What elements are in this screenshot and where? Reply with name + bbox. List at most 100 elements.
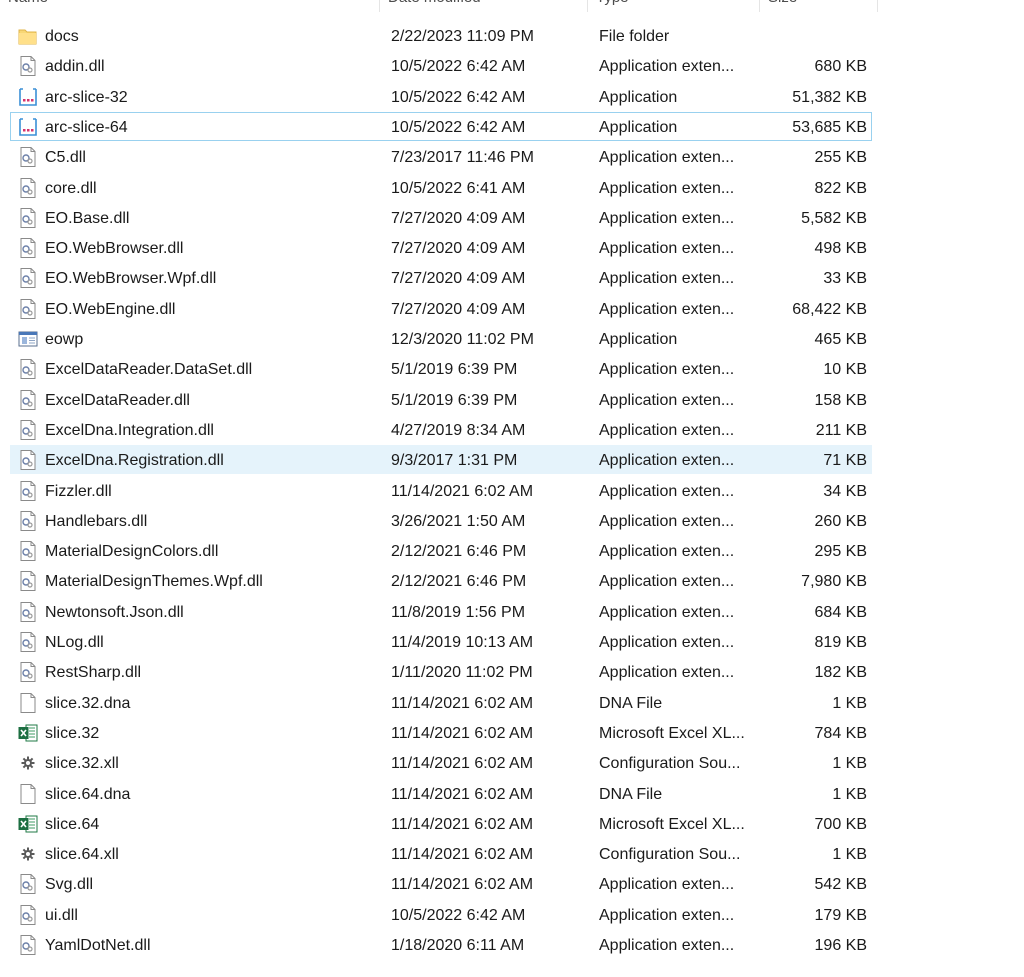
file-name: arc-slice-64	[45, 118, 128, 136]
file-date-modified: 11/14/2021 6:02 AM	[391, 876, 534, 894]
file-date-modified: 4/27/2019 8:34 AM	[391, 421, 526, 439]
file-row[interactable]: slice.32.xll 11/14/2021 6:02 AM Configurat…	[10, 748, 872, 777]
file-row[interactable]: NLog.dll 11/4/2019 10:13 AM Application ex…	[10, 627, 872, 656]
file-name: arc-slice-32	[45, 88, 128, 106]
file-type: Application exten...	[599, 603, 735, 621]
file-row[interactable]: Svg.dll 11/14/2021 6:02 AM Application ext…	[10, 869, 872, 898]
excel-icon	[17, 813, 39, 835]
file-icon-cell	[17, 628, 39, 657]
file-row[interactable]: ExcelDataReader.DataSet.dll 5/1/2019 6:39…	[10, 354, 872, 383]
excel-icon	[17, 722, 39, 744]
file-size: 7,980 KB	[801, 573, 867, 591]
app-exe-icon	[17, 86, 39, 108]
file-type: Application exten...	[599, 270, 735, 288]
column-header-date-modified[interactable]: Date modified	[380, 0, 588, 12]
file-row[interactable]: MaterialDesignThemes.Wpf.dll 2/12/2021 6:…	[10, 566, 872, 595]
file-date-modified: 1/11/2020 11:02 PM	[391, 664, 533, 682]
file-date-modified: 10/5/2022 6:42 AM	[391, 906, 526, 924]
file-icon-cell	[17, 901, 39, 930]
file-type: Application exten...	[599, 482, 735, 500]
file-icon-cell	[17, 52, 39, 81]
file-size: 34 KB	[823, 482, 867, 500]
file-type: Application exten...	[599, 634, 735, 651]
file-row[interactable]: slice.64.xll 11/14/2021 6:02 AM Configurat…	[10, 839, 872, 868]
file-icon-cell	[17, 204, 39, 233]
file-date-modified: 10/5/2022 6:42 AM	[391, 88, 526, 106]
file-name: Svg.dll	[45, 876, 94, 894]
file-row[interactable]: ExcelDna.Integration.dll 4/27/2019 8:34 A…	[10, 415, 872, 444]
file-type: Application exten...	[599, 300, 735, 318]
dll-icon	[17, 237, 39, 259]
file-icon-cell	[17, 840, 39, 869]
file-icon-cell	[17, 658, 39, 687]
file-row[interactable]: Fizzler.dll 11/14/2021 6:02 AM Application…	[10, 476, 872, 505]
dll-icon	[17, 449, 39, 471]
file-icon-cell	[17, 931, 39, 960]
file-name: eowp	[45, 331, 84, 348]
file-row[interactable]: EO.WebBrowser.Wpf.dll 7/27/2020 4:09 AM Ap…	[10, 263, 872, 292]
file-size: 196 KB	[814, 937, 867, 954]
file-name: EO.WebBrowser.dll	[45, 240, 184, 258]
file-name: slice.64.xll	[45, 846, 119, 864]
file-row[interactable]: MaterialDesignColors.dll 2/12/2021 6:46 P…	[10, 536, 872, 565]
file-icon-cell	[17, 22, 39, 51]
file-size: 465 KB	[814, 331, 867, 348]
file-row[interactable]: arc-slice-64 10/5/2022 6:42 AM Application…	[10, 111, 872, 141]
dll-icon	[17, 510, 39, 532]
file-row[interactable]: slice.32 11/14/2021 6:02 AM Microsoft Exce…	[10, 718, 872, 747]
file-name: slice.32	[45, 724, 100, 742]
file-date-modified: 3/26/2021 1:50 AM	[391, 512, 526, 530]
file-icon-cell	[17, 295, 39, 324]
file-row[interactable]: C5.dll 7/23/2017 11:46 PM Application exte…	[10, 142, 872, 171]
file-row[interactable]: eowp 12/3/2020 11:02 PM Application 465 KB	[10, 324, 872, 353]
blank-file-icon	[17, 783, 39, 805]
file-name: ExcelDataReader.DataSet.dll	[45, 361, 253, 379]
file-row[interactable]: slice.64 11/14/2021 6:02 AM Microsoft Exce…	[10, 809, 872, 838]
file-row[interactable]: ExcelDna.Registration.dll 9/3/2017 1:31 P…	[10, 445, 872, 475]
file-row[interactable]: slice.64.dna 11/14/2021 6:02 AM DNA File 1 …	[10, 779, 872, 808]
file-type: Application exten...	[599, 179, 735, 197]
file-date-modified: 11/4/2019 10:13 AM	[391, 634, 534, 651]
file-icon-cell	[17, 537, 39, 566]
file-size	[767, 22, 867, 51]
file-name: YamlDotNet.dll	[45, 937, 151, 954]
file-size: 33 KB	[823, 270, 867, 288]
file-size: 260 KB	[814, 512, 867, 530]
file-type: File folder	[599, 28, 670, 45]
file-size: 5,582 KB	[801, 209, 867, 227]
file-row[interactable]: ui.dll 10/5/2022 6:42 AM Application exten…	[10, 900, 872, 929]
column-header-size[interactable]: Size	[760, 0, 878, 12]
file-row[interactable]: EO.WebEngine.dll 7/27/2020 4:09 AM Applica…	[10, 294, 872, 323]
file-row[interactable]: core.dll 10/5/2022 6:41 AM Application ext…	[10, 173, 872, 202]
file-type: Application exten...	[599, 209, 735, 227]
file-date-modified: 11/14/2021 6:02 AM	[391, 694, 534, 712]
file-type: Application exten...	[599, 391, 735, 409]
column-header-type[interactable]: Type	[588, 0, 760, 12]
file-size: 1 KB	[832, 755, 867, 773]
file-row[interactable]: slice.32.dna 11/14/2021 6:02 AM DNA File 1 …	[10, 688, 872, 717]
file-row[interactable]: Handlebars.dll 3/26/2021 1:50 AM Applicati…	[10, 506, 872, 535]
file-row[interactable]: docs 2/22/2023 11:09 PM File folder	[10, 21, 872, 50]
file-row[interactable]: EO.WebBrowser.dll 7/27/2020 4:09 AM Applic…	[10, 233, 872, 262]
dll-icon	[17, 480, 39, 502]
file-type: Application exten...	[599, 421, 735, 439]
column-header-name[interactable]: Name	[0, 0, 380, 12]
file-type: Application exten...	[599, 452, 735, 470]
dll-icon	[17, 207, 39, 229]
file-name: C5.dll	[45, 149, 86, 167]
file-name: Fizzler.dll	[45, 482, 112, 500]
file-row[interactable]: Newtonsoft.Json.dll 11/8/2019 1:56 PM Appl…	[10, 597, 872, 626]
file-row[interactable]: addin.dll 10/5/2022 6:42 AM Application ex…	[10, 51, 872, 80]
file-name: docs	[45, 28, 79, 45]
file-row[interactable]: arc-slice-32 10/5/2022 6:42 AM Application…	[10, 82, 872, 111]
file-date-modified: 10/5/2022 6:42 AM	[391, 118, 526, 136]
file-row[interactable]: EO.Base.dll 7/27/2020 4:09 AM Application …	[10, 203, 872, 232]
file-size: 700 KB	[814, 815, 867, 833]
file-icon-cell	[17, 174, 39, 203]
file-row[interactable]: YamlDotNet.dll 1/18/2020 6:11 AM Applicati…	[10, 930, 872, 959]
file-row[interactable]: ExcelDataReader.dll 5/1/2019 6:39 PM Appli…	[10, 385, 872, 414]
file-row[interactable]: RestSharp.dll 1/11/2020 11:02 PM Applicati…	[10, 657, 872, 686]
file-date-modified: 2/22/2023 11:09 PM	[391, 28, 534, 45]
dll-icon	[17, 177, 39, 199]
file-type: Application exten...	[599, 58, 735, 76]
